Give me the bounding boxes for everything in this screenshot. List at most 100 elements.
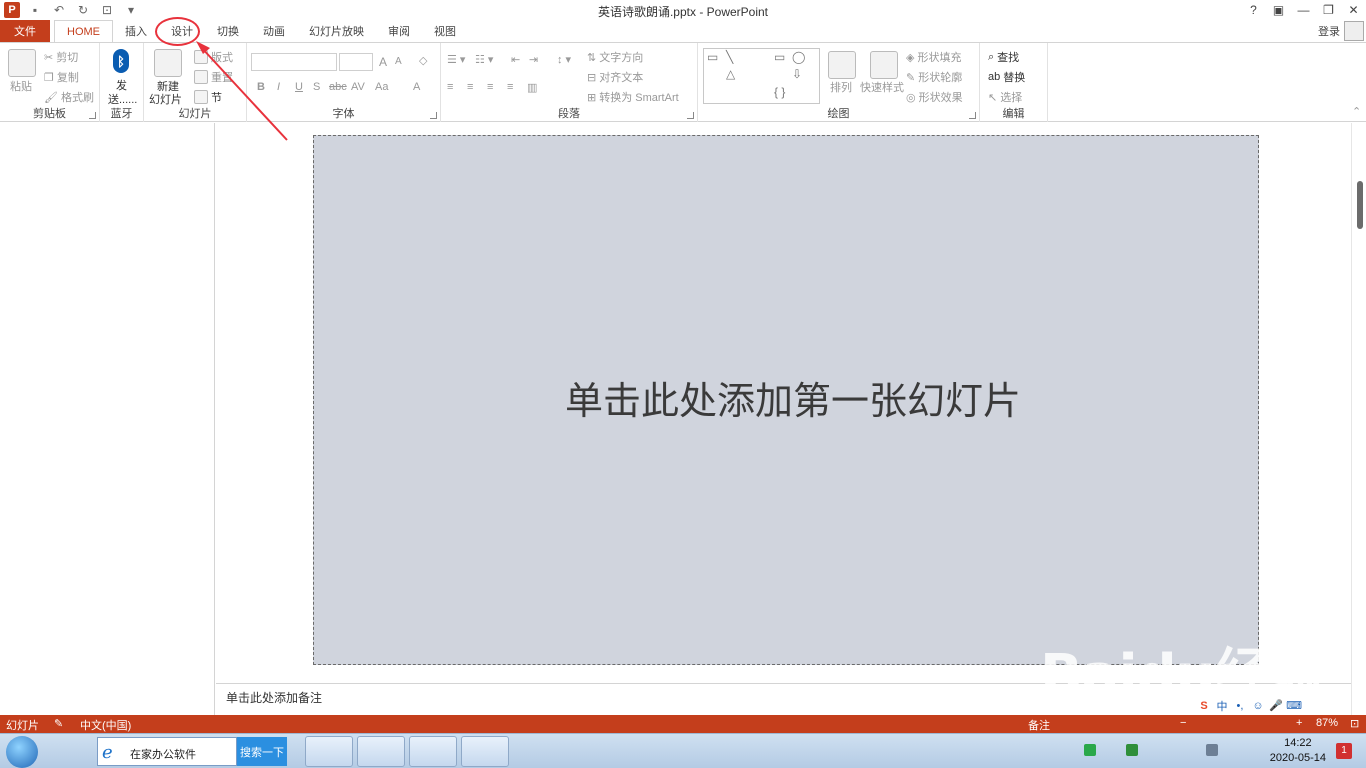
shrink-font-button[interactable]: A	[395, 56, 402, 67]
status-language[interactable]: 中文(中国)	[80, 717, 131, 733]
zoom-level[interactable]: 87%	[1316, 717, 1338, 729]
undo-icon[interactable]: ↶	[50, 2, 68, 18]
wifi-icon[interactable]	[1084, 744, 1096, 756]
select-button[interactable]: ↖ 选择	[988, 89, 1022, 105]
drawing-launcher-icon[interactable]	[969, 112, 976, 119]
font-color-button[interactable]: A	[413, 81, 420, 93]
triangle-shape-icon[interactable]: △	[726, 67, 735, 81]
tab-animations[interactable]: 动画	[251, 20, 297, 42]
align-left-icon[interactable]: ≡	[447, 81, 453, 93]
sogou-ime-icon[interactable]: S	[1197, 699, 1211, 713]
font-size-dropdown[interactable]	[339, 53, 373, 71]
slide-placeholder[interactable]: 单击此处添加第一张幻灯片	[313, 135, 1259, 665]
taskbar-360-icon[interactable]	[357, 736, 405, 767]
paste-icon[interactable]	[8, 49, 36, 77]
oval-shape-icon[interactable]: ◯	[792, 50, 805, 64]
format-painter-button[interactable]: 🖌 格式刷	[44, 89, 94, 105]
arrange-button[interactable]: 排列	[830, 79, 852, 95]
tab-home[interactable]: HOME	[54, 20, 113, 42]
change-case-button[interactable]: Aa	[375, 81, 388, 93]
increase-indent-icon[interactable]: ⇥	[529, 53, 538, 66]
shadow-button[interactable]: S	[313, 81, 320, 93]
arrow-shape-icon[interactable]: ⇩	[792, 67, 802, 81]
shapes-gallery[interactable]: ▭ ╲ ▭ ◯ △ ⇩ { }	[703, 48, 820, 104]
replace-button[interactable]: ab 替换	[988, 69, 1025, 85]
ime-keyboard-icon[interactable]: ⌨	[1286, 699, 1302, 713]
textbox-shape-icon[interactable]: ▭	[707, 50, 718, 64]
bluetooth-icon[interactable]: ᛒ	[113, 49, 129, 73]
align-right-icon[interactable]: ≡	[487, 81, 493, 93]
arrange-icon[interactable]	[828, 51, 856, 79]
notification-icon[interactable]: 1	[1336, 743, 1352, 759]
section-button[interactable]: 节	[194, 89, 222, 105]
login-link[interactable]: 登录	[1318, 23, 1340, 39]
text-direction-button[interactable]: ⇅ 文字方向	[587, 49, 643, 65]
paragraph-launcher-icon[interactable]	[687, 112, 694, 119]
help-icon[interactable]: ?	[1241, 0, 1266, 20]
numbering-icon[interactable]: ☷ ▾	[475, 53, 493, 66]
underline-button[interactable]: U	[295, 81, 303, 93]
start-from-beginning-icon[interactable]: ⊡	[98, 2, 116, 18]
tab-transitions[interactable]: 切换	[205, 20, 251, 42]
notes-button[interactable]: 备注	[1028, 717, 1050, 733]
ime-voice-icon[interactable]: 🎤	[1269, 699, 1283, 713]
quick-styles-icon[interactable]	[870, 51, 898, 79]
rectangle-shape-icon[interactable]: ▭	[774, 50, 785, 64]
align-center-icon[interactable]: ≡	[467, 81, 473, 93]
taskbar-search-button[interactable]: 搜索一下	[237, 737, 287, 766]
justify-icon[interactable]: ≡	[507, 81, 513, 93]
customize-qat-icon[interactable]: ▾	[122, 2, 140, 18]
tab-slideshow[interactable]: 幻灯片放映	[297, 20, 376, 42]
columns-icon[interactable]: ▥	[527, 81, 537, 94]
shape-effects-button[interactable]: ◎ 形状效果	[906, 89, 963, 105]
italic-button[interactable]: I	[277, 81, 280, 93]
fit-slide-icon[interactable]: ⊡	[1350, 717, 1359, 730]
shape-outline-button[interactable]: ✎ 形状轮廓	[906, 69, 962, 85]
taskbar-explorer-icon[interactable]	[409, 736, 457, 767]
tray-clock[interactable]: 14:22 2020-05-14	[1270, 736, 1326, 766]
avatar[interactable]	[1344, 21, 1364, 41]
tab-file[interactable]: 文件	[0, 20, 50, 42]
line-spacing-icon[interactable]: ↕ ▾	[557, 53, 571, 66]
bold-button[interactable]: B	[257, 81, 265, 93]
taskbar-app-launcher[interactable]	[48, 736, 94, 767]
tab-view[interactable]: 视图	[422, 20, 468, 42]
zoom-out-icon[interactable]: −	[1180, 717, 1186, 729]
decrease-indent-icon[interactable]: ⇤	[511, 53, 520, 66]
security-icon[interactable]	[1126, 744, 1138, 756]
volume-icon[interactable]	[1206, 744, 1218, 756]
vertical-scrollbar[interactable]	[1351, 123, 1366, 715]
start-button[interactable]	[6, 736, 38, 768]
taskbar-chrome-icon[interactable]	[305, 736, 353, 767]
grow-font-button[interactable]: A	[379, 55, 387, 69]
scrollbar-thumb[interactable]	[1357, 181, 1363, 229]
strikethrough-button[interactable]: abc	[329, 81, 347, 93]
ime-punctuation-icon[interactable]: •,	[1233, 699, 1247, 713]
taskbar-powerpoint-icon[interactable]	[461, 736, 509, 767]
clear-formatting-icon[interactable]: ◇	[419, 54, 427, 67]
collapse-ribbon-icon[interactable]: ⌃	[1352, 105, 1361, 118]
quick-styles-button[interactable]: 快速样式	[860, 79, 904, 95]
cut-button[interactable]: ✂ 剪切	[44, 49, 78, 65]
reset-button[interactable]: 重置	[194, 69, 233, 85]
redo-icon[interactable]: ↻	[74, 2, 92, 18]
slide-thumbnail-pane[interactable]	[0, 123, 215, 715]
minimize-icon[interactable]: —	[1291, 0, 1316, 20]
spellcheck-icon[interactable]: ✎	[54, 717, 63, 730]
font-launcher-icon[interactable]	[430, 112, 437, 119]
restore-icon[interactable]: ❐	[1316, 0, 1341, 20]
save-icon[interactable]: ▪	[26, 2, 44, 18]
brace-shape-icon[interactable]: { }	[774, 85, 785, 99]
new-slide-icon[interactable]	[154, 49, 182, 77]
copy-button[interactable]: ❐ 复制	[44, 69, 79, 85]
shape-fill-button[interactable]: ◈ 形状填充	[906, 49, 961, 65]
font-name-dropdown[interactable]	[251, 53, 337, 71]
paste-button[interactable]: 粘贴	[10, 78, 32, 94]
find-button[interactable]: ⌕ 查找	[988, 49, 1019, 65]
character-spacing-button[interactable]: AV	[351, 81, 365, 93]
clipboard-launcher-icon[interactable]	[89, 112, 96, 119]
line-shape-icon[interactable]: ╲	[726, 50, 733, 64]
zoom-in-icon[interactable]: +	[1296, 717, 1302, 729]
layout-button[interactable]: 版式	[194, 49, 233, 65]
close-icon[interactable]: ✕	[1341, 0, 1366, 20]
